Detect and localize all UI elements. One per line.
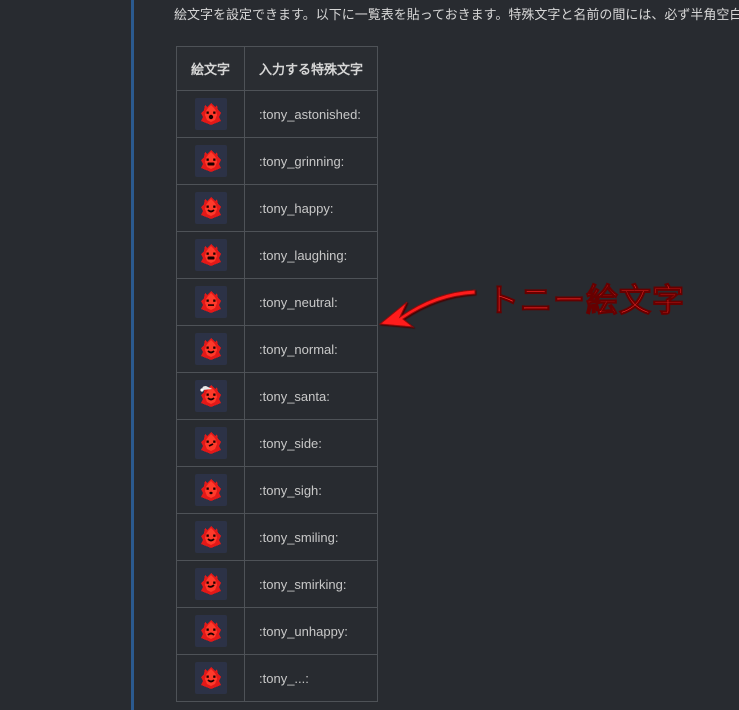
emoji-table-holder: 絵文字 入力する特殊文字 :tony_astonished: :tony_gri…: [176, 46, 378, 702]
emoji-cell: [177, 279, 245, 326]
emoji-cell: [177, 138, 245, 185]
emoji-cell: [177, 655, 245, 702]
table-row: :tony_unhappy:: [177, 608, 378, 655]
header-emoji: 絵文字: [177, 47, 245, 91]
code-cell: :tony_...:: [245, 655, 378, 702]
tony-emoji-icon: [195, 145, 227, 177]
table-row: :tony_laughing:: [177, 232, 378, 279]
tony-emoji-icon: [195, 192, 227, 224]
code-cell: :tony_side:: [245, 420, 378, 467]
code-cell: :tony_normal:: [245, 326, 378, 373]
sidebar-divider: [131, 0, 134, 710]
code-cell: :tony_happy:: [245, 185, 378, 232]
emoji-cell: [177, 232, 245, 279]
code-cell: :tony_neutral:: [245, 279, 378, 326]
emoji-cell: [177, 373, 245, 420]
table-row: :tony_astonished:: [177, 91, 378, 138]
table-row: :tony_smiling:: [177, 514, 378, 561]
tony-emoji-icon: [195, 380, 227, 412]
emoji-cell: [177, 326, 245, 373]
table-row: :tony_normal:: [177, 326, 378, 373]
tony-emoji-icon: [195, 662, 227, 694]
emoji-cell: [177, 420, 245, 467]
tony-emoji-icon: [195, 521, 227, 553]
annotation-label: トニー絵文字: [487, 275, 685, 321]
tony-emoji-icon: [195, 615, 227, 647]
code-cell: :tony_santa:: [245, 373, 378, 420]
code-cell: :tony_unhappy:: [245, 608, 378, 655]
tony-emoji-icon: [195, 427, 227, 459]
code-cell: :tony_laughing:: [245, 232, 378, 279]
emoji-cell: [177, 514, 245, 561]
emoji-cell: [177, 561, 245, 608]
code-cell: :tony_smiling:: [245, 514, 378, 561]
code-cell: :tony_smirking:: [245, 561, 378, 608]
tony-emoji-icon: [195, 286, 227, 318]
table-row: :tony_side:: [177, 420, 378, 467]
table-row: :tony_sigh:: [177, 467, 378, 514]
table-row: :tony_smirking:: [177, 561, 378, 608]
emoji-cell: [177, 185, 245, 232]
emoji-cell: [177, 608, 245, 655]
code-cell: :tony_astonished:: [245, 91, 378, 138]
table-row: :tony_happy:: [177, 185, 378, 232]
annotation-arrow: [375, 282, 485, 335]
tony-emoji-icon: [195, 568, 227, 600]
emoji-cell: [177, 467, 245, 514]
tony-emoji-icon: [195, 474, 227, 506]
header-code: 入力する特殊文字: [245, 47, 378, 91]
code-cell: :tony_sigh:: [245, 467, 378, 514]
table-row: :tony_neutral:: [177, 279, 378, 326]
tony-emoji-icon: [195, 333, 227, 365]
code-cell: :tony_grinning:: [245, 138, 378, 185]
table-row: :tony_santa:: [177, 373, 378, 420]
tony-emoji-icon: [195, 98, 227, 130]
emoji-table: 絵文字 入力する特殊文字 :tony_astonished: :tony_gri…: [176, 46, 378, 702]
table-row: :tony_grinning:: [177, 138, 378, 185]
intro-text: 絵文字を設定できます。以下に一覧表を貼っておきます。特殊文字と名前の間には、必ず…: [174, 4, 739, 23]
tony-emoji-icon: [195, 239, 227, 271]
table-row: :tony_...:: [177, 655, 378, 702]
emoji-cell: [177, 91, 245, 138]
